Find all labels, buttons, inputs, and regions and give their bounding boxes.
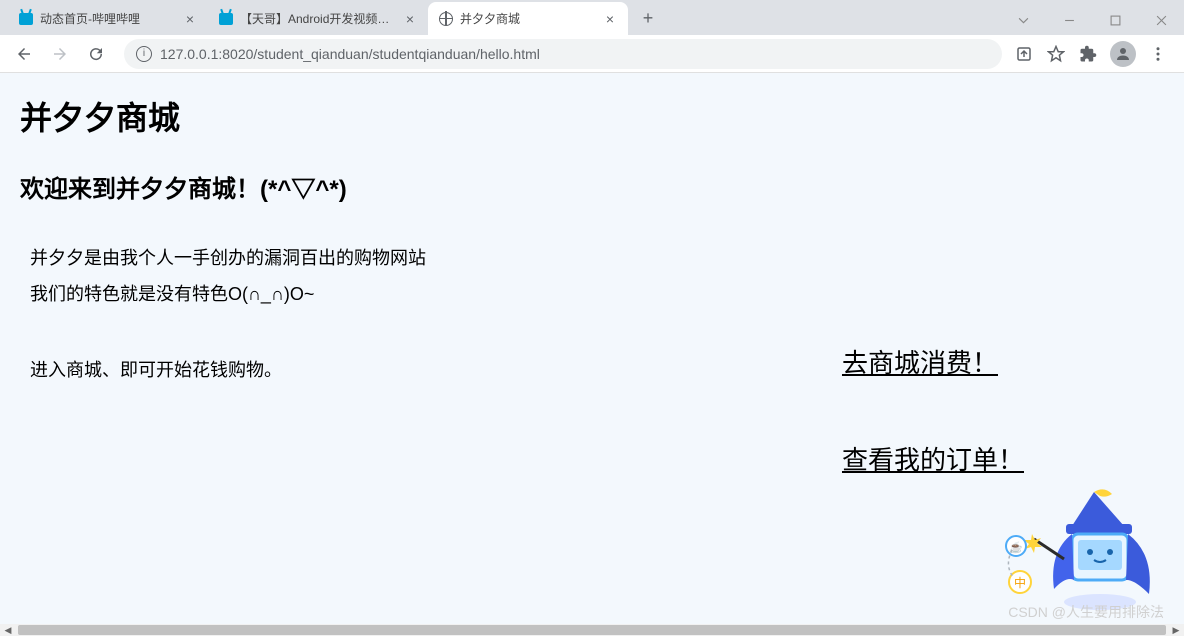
scroll-left-arrow[interactable]: ◀ — [0, 625, 16, 636]
go-shopping-link[interactable]: 去商城消费！ — [842, 343, 1024, 380]
scroll-right-arrow[interactable]: ▶ — [1168, 625, 1184, 636]
menu-icon[interactable] — [1148, 44, 1168, 64]
svg-text:中: 中 — [1014, 575, 1026, 590]
welcome-heading: 欢迎来到并夕夕商城！(*^▽^*) — [20, 169, 1164, 204]
profile-avatar[interactable] — [1110, 41, 1136, 67]
browser-tab-bar: 动态首页-哔哩哔哩 × 【天哥】Android开发视频教程 × 并夕夕商城 × … — [0, 0, 1184, 35]
watermark: CSDN @人生要用排除法 — [1008, 602, 1164, 622]
maximize-button[interactable] — [1092, 5, 1138, 35]
close-icon[interactable]: × — [182, 11, 198, 27]
page-title: 并夕夕商城 — [20, 93, 1164, 139]
close-window-button[interactable] — [1138, 5, 1184, 35]
bilibili-icon — [18, 11, 34, 27]
scroll-thumb[interactable] — [18, 625, 1166, 635]
intro-line-1: 并夕夕是由我个人一手创办的漏洞百出的购物网站 — [30, 244, 1164, 270]
extensions-icon[interactable] — [1078, 44, 1098, 64]
back-button[interactable] — [8, 38, 40, 70]
tab-android-tutorial[interactable]: 【天哥】Android开发视频教程 × — [208, 2, 428, 35]
bilibili-icon — [218, 11, 234, 27]
info-icon[interactable]: i — [136, 46, 152, 62]
horizontal-scrollbar[interactable]: ◀ ▶ — [0, 624, 1184, 636]
dropdown-icon[interactable] — [1000, 5, 1046, 35]
minimize-button[interactable] — [1046, 5, 1092, 35]
tab-title: 【天哥】Android开发视频教程 — [240, 10, 396, 27]
intro-line-2: 我们的特色就是没有特色O(∩_∩)O~ — [30, 280, 1164, 306]
tab-title: 并夕夕商城 — [460, 10, 596, 27]
close-icon[interactable]: × — [402, 11, 418, 27]
share-icon[interactable] — [1014, 44, 1034, 64]
tab-title: 动态首页-哔哩哔哩 — [40, 10, 176, 27]
tab-bingxixi-shop[interactable]: 并夕夕商城 × — [428, 2, 628, 35]
close-icon[interactable]: × — [602, 11, 618, 27]
new-tab-button[interactable]: + — [634, 5, 662, 33]
tab-bilibili-home[interactable]: 动态首页-哔哩哔哩 × — [8, 2, 208, 35]
url-text: 127.0.0.1:8020/student_qianduan/studentq… — [160, 46, 540, 62]
bookmark-icon[interactable] — [1046, 44, 1066, 64]
address-bar: i 127.0.0.1:8020/student_qianduan/studen… — [0, 35, 1184, 73]
view-orders-link[interactable]: 查看我的订单！ — [842, 440, 1024, 477]
globe-icon — [438, 11, 454, 27]
page-content: 并夕夕商城 欢迎来到并夕夕商城！(*^▽^*) 并夕夕是由我个人一手创办的漏洞百… — [0, 73, 1184, 624]
url-bar[interactable]: i 127.0.0.1:8020/student_qianduan/studen… — [124, 39, 1002, 69]
reload-button[interactable] — [80, 38, 112, 70]
forward-button[interactable] — [44, 38, 76, 70]
mascot-image: ☕ 中 — [994, 484, 1174, 614]
